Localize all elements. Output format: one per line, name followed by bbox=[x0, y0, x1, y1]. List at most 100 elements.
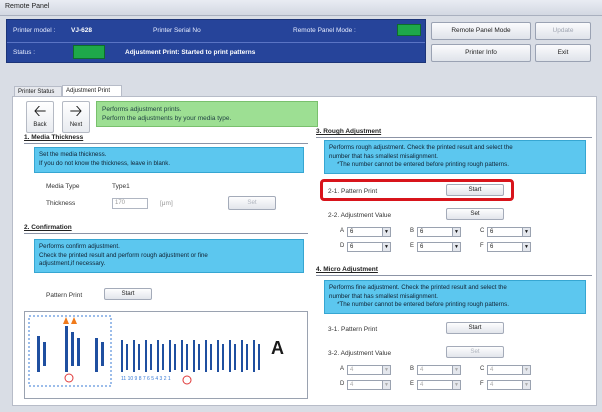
chevron-down-icon: ▼ bbox=[522, 228, 530, 236]
confirmation-help-3: adjustment,if necessary. bbox=[39, 260, 106, 267]
info-line-1: Performs adjustment prints. bbox=[102, 106, 182, 113]
micro-start-button[interactable]: Start bbox=[446, 322, 504, 334]
chevron-down-icon: ▼ bbox=[382, 243, 390, 251]
micro-help-2: number that has smallest misalignment. bbox=[329, 292, 439, 300]
micro-adjustment-title: 4. Micro Adjustment bbox=[316, 266, 378, 273]
printer-info-button[interactable]: Printer Info bbox=[431, 44, 531, 62]
micro-select-c[interactable]: 4 ▼ bbox=[487, 365, 531, 375]
confirmation-start-button[interactable]: Start bbox=[104, 288, 152, 300]
micro-select-c-value: 4 bbox=[490, 367, 494, 373]
chevron-down-icon: ▼ bbox=[452, 366, 460, 374]
serial-label: Printer Serial No bbox=[153, 27, 201, 34]
chevron-down-icon: ▼ bbox=[382, 366, 390, 374]
micro-select-a-value: 4 bbox=[350, 367, 354, 373]
micro-select-d[interactable]: 4 ▼ bbox=[347, 380, 391, 390]
diagram-scale: 11 10 9 8 7 6 5 4 3 2 1 bbox=[121, 376, 171, 382]
rough-help-1: Performs rough adjustment. Check the pri… bbox=[329, 144, 513, 151]
confirmation-title: 2. Confirmation bbox=[24, 224, 72, 231]
chevron-down-icon: ▼ bbox=[452, 243, 460, 251]
chevron-down-icon: ▼ bbox=[452, 228, 460, 236]
rough-select-f-label: F bbox=[480, 243, 484, 249]
micro-select-f-value: 4 bbox=[490, 382, 494, 388]
rough-select-b-label: B bbox=[410, 228, 415, 234]
diagram-letter: A bbox=[271, 338, 284, 358]
media-divider bbox=[24, 143, 308, 144]
exit-button[interactable]: Exit bbox=[535, 44, 591, 62]
chevron-down-icon: ▼ bbox=[382, 228, 390, 236]
micro-select-c-label: C bbox=[480, 366, 485, 372]
micro-select-a-label: A bbox=[340, 366, 345, 372]
remote-panel-mode-button[interactable]: Remote Panel Mode bbox=[431, 22, 531, 40]
micro-select-d-value: 4 bbox=[350, 382, 354, 388]
micro-pattern-label: 3-1. Pattern Print bbox=[328, 326, 378, 333]
chevron-down-icon: ▼ bbox=[382, 381, 390, 389]
rough-set-button[interactable]: Set bbox=[446, 208, 504, 220]
printer-info-header: Printer model : VJ-628 Printer Serial No… bbox=[6, 19, 426, 63]
confirmation-help-2: Check the printed result and perform rou… bbox=[39, 251, 208, 259]
remote-mode-label: Remote Panel Mode : bbox=[293, 27, 356, 34]
rough-select-c-label: C bbox=[480, 228, 485, 234]
rough-adjustment-title: 3. Rough Adjustment bbox=[316, 128, 382, 135]
rough-select-d-value: 6 bbox=[350, 244, 354, 250]
pattern-diagram-graphic bbox=[28, 315, 260, 387]
chevron-down-icon: ▼ bbox=[522, 243, 530, 251]
rough-help: Performs rough adjustment. Check the pri… bbox=[324, 140, 586, 174]
micro-help-1: Performs fine adjustment. Check the prin… bbox=[329, 284, 507, 291]
media-type-label: Media Type bbox=[46, 183, 80, 190]
confirmation-pattern-label: Pattern Print bbox=[46, 292, 83, 299]
rough-select-a-value: 6 bbox=[350, 229, 354, 235]
micro-select-e-value: 4 bbox=[420, 382, 424, 388]
chevron-down-icon: ▼ bbox=[522, 366, 530, 374]
micro-help-3: *The number cannot be entered before pri… bbox=[337, 301, 509, 308]
rough-select-f-value: 6 bbox=[490, 244, 494, 250]
chevron-down-icon: ▼ bbox=[522, 381, 530, 389]
media-thickness-title: 1. Media Thickness bbox=[24, 134, 84, 141]
thickness-input[interactable]: 170 bbox=[112, 198, 148, 209]
update-button[interactable]: Update bbox=[535, 22, 591, 40]
rough-select-a[interactable]: 6 ▼ bbox=[347, 227, 391, 237]
printer-model-label: Printer model : bbox=[13, 27, 56, 34]
rough-select-e[interactable]: 6 ▼ bbox=[417, 242, 461, 252]
micro-set-button[interactable]: Set bbox=[446, 346, 504, 358]
highlight-frame bbox=[320, 179, 514, 201]
media-help-1: Set the media thickness. bbox=[39, 151, 107, 158]
pattern-diagram: A 11 10 9 8 7 6 5 4 3 2 1 bbox=[24, 311, 308, 399]
back-button[interactable]: 🡠 Back bbox=[26, 101, 54, 133]
window-title: Remote Panel bbox=[5, 3, 50, 10]
rough-select-f[interactable]: 6 ▼ bbox=[487, 242, 531, 252]
header-divider bbox=[7, 42, 425, 43]
micro-select-e-label: E bbox=[410, 381, 415, 387]
next-label: Next bbox=[69, 122, 83, 128]
micro-select-d-label: D bbox=[340, 381, 345, 387]
rough-select-d[interactable]: 6 ▼ bbox=[347, 242, 391, 252]
micro-divider bbox=[316, 275, 592, 276]
micro-select-f-label: F bbox=[480, 381, 484, 387]
arrow-right-icon: 🡢 bbox=[69, 103, 83, 120]
info-line-2: Perform the adjustments by your media ty… bbox=[102, 115, 232, 122]
rough-select-d-label: D bbox=[340, 243, 345, 249]
rough-select-b[interactable]: 6 ▼ bbox=[417, 227, 461, 237]
thickness-set-button[interactable]: Set bbox=[228, 196, 276, 210]
micro-select-a[interactable]: 4 ▼ bbox=[347, 365, 391, 375]
chevron-down-icon: ▼ bbox=[452, 381, 460, 389]
rough-divider bbox=[316, 137, 592, 138]
rough-help-3: *The number cannot be entered before pri… bbox=[337, 161, 509, 168]
confirmation-help: Performs confirm adjustment. Check the p… bbox=[34, 239, 304, 273]
rough-value-label: 2-2. Adjustment Value bbox=[328, 212, 392, 219]
arrow-left-icon: 🡠 bbox=[33, 103, 47, 120]
rough-select-c-value: 6 bbox=[490, 229, 494, 235]
rough-select-e-value: 6 bbox=[420, 244, 424, 250]
status-text: Adjustment Print: Started to print patte… bbox=[125, 49, 256, 56]
micro-select-b-value: 4 bbox=[420, 367, 424, 373]
next-button[interactable]: 🡢 Next bbox=[62, 101, 90, 133]
confirmation-help-1: Performs confirm adjustment. bbox=[39, 243, 120, 250]
status-label: Status : bbox=[13, 49, 36, 56]
rough-select-c[interactable]: 6 ▼ bbox=[487, 227, 531, 237]
rough-help-2: number that has smallest misalignment. bbox=[329, 152, 439, 160]
confirmation-divider bbox=[24, 233, 308, 234]
info-message: Performs adjustment prints. Perform the … bbox=[96, 101, 318, 127]
micro-select-e[interactable]: 4 ▼ bbox=[417, 380, 461, 390]
micro-select-f[interactable]: 4 ▼ bbox=[487, 380, 531, 390]
micro-select-b[interactable]: 4 ▼ bbox=[417, 365, 461, 375]
media-type-value: Type1 bbox=[112, 183, 130, 190]
